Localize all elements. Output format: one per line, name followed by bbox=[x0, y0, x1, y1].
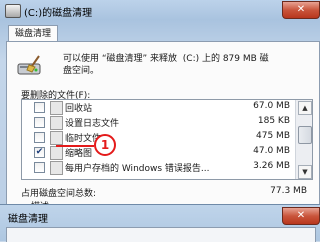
files-to-delete-list[interactable]: 回收站 67.0 MB 设置日志文件 185 KB 临时文件 475 MB ✔ … bbox=[21, 99, 313, 180]
window-title: (C:)的磁盘清理 bbox=[24, 8, 93, 19]
progress-dialog: 磁盘清理 ✕ bbox=[0, 204, 320, 242]
close-button[interactable]: ✕ bbox=[282, 1, 320, 19]
list-item[interactable]: 临时文件 475 MB bbox=[22, 130, 294, 145]
checkbox-checked[interactable]: ✔ bbox=[34, 147, 45, 158]
list-item-size: 67.0 MB bbox=[253, 101, 290, 111]
annotation-badge: 1 bbox=[94, 134, 116, 156]
list-item-size: 3.26 MB bbox=[253, 161, 290, 171]
list-item-name: 缩略图 bbox=[65, 149, 93, 159]
list-item[interactable]: 每用户存档的 Windows 错误报告... 3.26 MB bbox=[22, 160, 294, 175]
list-item-name: 设置日志文件 bbox=[65, 119, 120, 129]
recycle-bin-icon bbox=[50, 101, 63, 115]
scroll-thumb[interactable] bbox=[298, 126, 312, 144]
list-item-name: 回收站 bbox=[65, 104, 93, 114]
total-space-label: 占用磁盘空间总数: bbox=[21, 189, 97, 199]
temp-file-icon bbox=[50, 131, 63, 145]
checkbox[interactable] bbox=[34, 117, 45, 128]
dialog-title: 磁盘清理 bbox=[8, 214, 48, 225]
list-item[interactable]: 设置日志文件 185 KB bbox=[22, 115, 294, 130]
checkbox[interactable] bbox=[34, 102, 45, 113]
list-item-size: 47.0 MB bbox=[253, 146, 290, 156]
total-space-value: 77.3 MB bbox=[270, 186, 307, 196]
info-text: 可以使用 “磁盘清理” 来释放 (C:) 上的 879 MB 磁 盘空间。 bbox=[63, 54, 269, 76]
disk-cleanup-window: (C:)的磁盘清理 ✕ 磁盘清理 可以使用 “磁盘清理” 来释放 (C:) 上的… bbox=[0, 0, 320, 242]
list-item-name: 每用户存档的 Windows 错误报告... bbox=[65, 164, 210, 174]
list-item-size: 475 MB bbox=[256, 131, 290, 141]
list-item[interactable]: 回收站 67.0 MB bbox=[22, 100, 294, 115]
list-item-size: 185 KB bbox=[257, 116, 290, 126]
thumbnail-icon bbox=[50, 146, 63, 160]
tab-disk-cleanup[interactable]: 磁盘清理 bbox=[8, 25, 59, 42]
list-scrollbar[interactable]: ▲ ▼ bbox=[295, 100, 312, 179]
dialog-close-button[interactable]: ✕ bbox=[282, 207, 320, 225]
tab-panel: 可以使用 “磁盘清理” 来释放 (C:) 上的 879 MB 磁 盘空间。 要删… bbox=[6, 41, 320, 213]
list-item[interactable]: ✔ 缩略图 47.0 MB bbox=[22, 145, 294, 160]
annotation-pointer bbox=[56, 145, 94, 147]
drive-with-broom-icon bbox=[17, 55, 41, 75]
disk-cleanup-icon bbox=[5, 4, 21, 18]
title-bar: (C:)的磁盘清理 ✕ bbox=[0, 0, 320, 22]
scroll-down-button[interactable]: ▼ bbox=[298, 165, 312, 179]
log-file-icon bbox=[50, 116, 63, 130]
scroll-up-button[interactable]: ▲ bbox=[298, 101, 312, 115]
checkbox[interactable] bbox=[34, 162, 45, 173]
error-report-icon bbox=[50, 161, 63, 175]
checkbox[interactable] bbox=[34, 132, 45, 143]
